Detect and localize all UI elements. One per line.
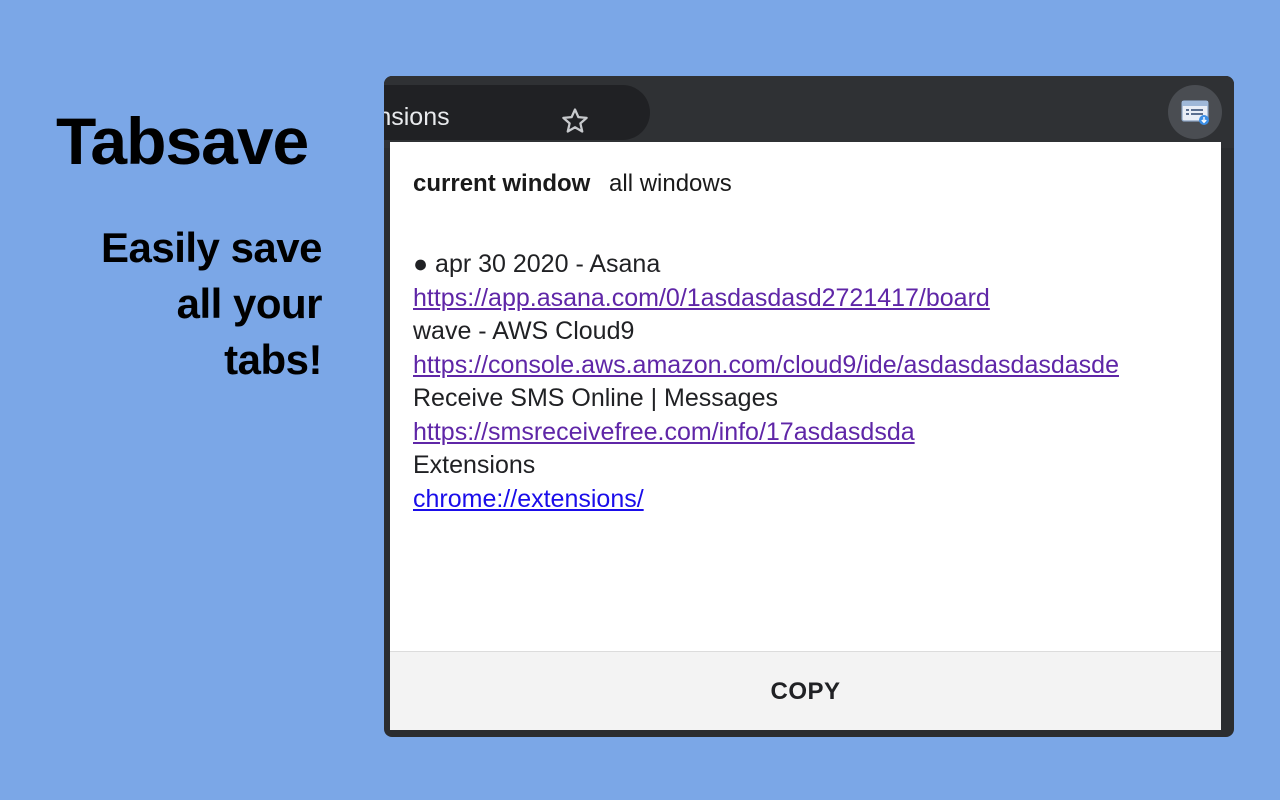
tagline-line: tabs! [224, 336, 322, 383]
saved-tab-title: Extensions [413, 451, 536, 479]
saved-tab-list: ● apr 30 2020 - Asana https://app.asana.… [413, 248, 1221, 516]
saved-tab-url[interactable]: chrome://extensions/ [413, 483, 1221, 517]
promo-title: Tabsave [56, 104, 309, 178]
saved-tab-title: Receive SMS Online | Messages [413, 384, 778, 412]
tagline-line: Easily save [100, 224, 323, 271]
tabsave-extension-icon [1181, 100, 1209, 125]
saved-tab-url[interactable]: https://console.aws.amazon.com/cloud9/id… [413, 349, 1221, 383]
extension-popup: current window all windows ● apr 30 2020… [390, 142, 1221, 730]
saved-tab-url[interactable]: https://app.asana.com/0/1asdasdasd272141… [413, 282, 1221, 316]
saved-tab-url[interactable]: https://smsreceivefree.com/info/17asdasd… [413, 416, 1221, 450]
copy-bar: COPY [390, 651, 1221, 730]
star-icon[interactable] [560, 106, 590, 136]
tab-all-windows[interactable]: all windows [609, 170, 732, 197]
saved-tab-title: ● apr 30 2020 - Asana [413, 250, 661, 278]
tab-title: xtensions [384, 103, 450, 131]
tagline-line: all your [176, 280, 323, 327]
copy-button[interactable]: COPY [390, 652, 1221, 730]
address-bar[interactable]: xtensions [384, 85, 650, 140]
promo-tagline: Easily save all your tabs! [22, 220, 323, 388]
browser-toolbar: xtensions [384, 76, 1234, 148]
saved-tab-title: wave - AWS Cloud9 [413, 317, 635, 345]
tab-current-window[interactable]: current window [413, 170, 590, 197]
browser-window: xtensions current window all windows [384, 76, 1234, 737]
window-scope-tabs: current window all windows [413, 170, 732, 198]
tabsave-extension-button[interactable] [1168, 85, 1222, 139]
